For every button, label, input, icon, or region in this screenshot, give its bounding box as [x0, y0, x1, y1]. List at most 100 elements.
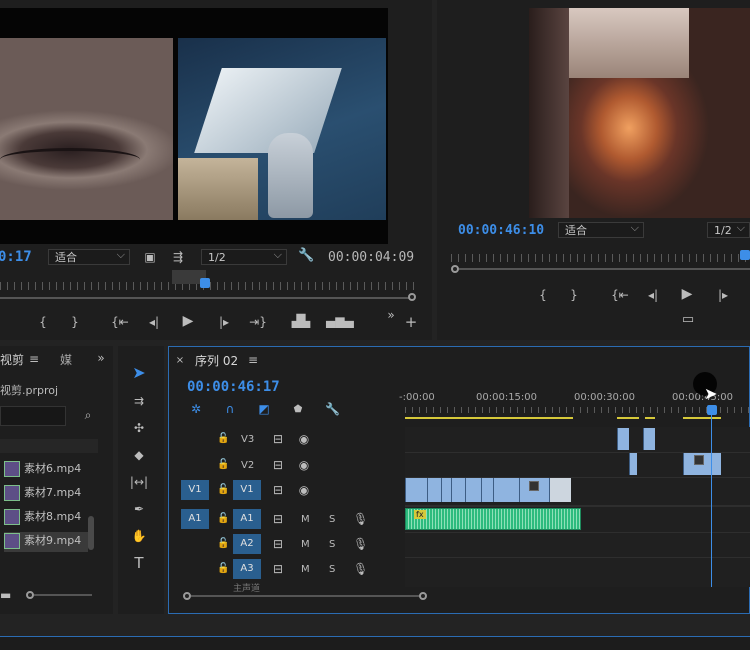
- list-item[interactable]: 素材8.mp4: [4, 508, 81, 528]
- sync-lock-icon[interactable]: ⊟: [271, 458, 285, 472]
- source-zoom-handle[interactable]: [408, 293, 416, 301]
- source-fit-dropdown[interactable]: 适合: [48, 247, 130, 265]
- program-step-back-icon[interactable]: ◂|: [645, 288, 661, 302]
- source-patch-v1[interactable]: V1: [181, 480, 209, 500]
- nest-icon[interactable]: ✲: [189, 402, 203, 416]
- clip-v1-4[interactable]: [451, 478, 465, 502]
- sync-lock-icon[interactable]: ⊟: [271, 483, 285, 497]
- slip-icon[interactable]: |↔|: [128, 475, 150, 489]
- overwrite-icon[interactable]: ▄▆▄: [326, 314, 354, 328]
- clip-v3-2[interactable]: [643, 428, 655, 450]
- source-current-timecode[interactable]: 0:17: [0, 249, 32, 265]
- mic-icon[interactable]: 🎙: [353, 537, 368, 551]
- lock-icon[interactable]: 🔓: [217, 483, 229, 497]
- mark-in-icon[interactable]: {: [36, 315, 50, 329]
- timeline-time-ruler[interactable]: [405, 407, 750, 413]
- program-zoom-handle[interactable]: [451, 265, 459, 273]
- program-mark-in-icon[interactable]: {: [536, 288, 550, 302]
- list-item-selected[interactable]: 素材9.mp4: [4, 532, 88, 552]
- clip-v2-2[interactable]: [683, 453, 721, 475]
- program-play-icon[interactable]: ▶: [679, 287, 695, 301]
- mute-a3[interactable]: M: [301, 564, 310, 575]
- mark-out-icon[interactable]: }: [68, 315, 82, 329]
- clip-v3-1[interactable]: [617, 428, 629, 450]
- clip-v1-9[interactable]: [549, 478, 571, 502]
- razor-icon[interactable]: ◆: [128, 448, 150, 462]
- track-target-a1[interactable]: A1: [233, 509, 261, 529]
- hand-icon[interactable]: ✋: [128, 529, 150, 543]
- sync-lock-icon[interactable]: ⊟: [271, 432, 285, 446]
- wrench-icon[interactable]: 🔧: [298, 249, 314, 263]
- source-resolution-dropdown[interactable]: 1/2: [201, 247, 287, 265]
- program-zoom-track[interactable]: [459, 268, 750, 270]
- insert-icon[interactable]: ▟▙: [290, 314, 312, 328]
- work-area-bar-3[interactable]: [645, 417, 655, 419]
- source-patch-a1[interactable]: A1: [181, 509, 209, 529]
- project-scrollbar[interactable]: [88, 516, 94, 550]
- list-view-icon[interactable]: ▬: [0, 588, 11, 602]
- clip-v1-7[interactable]: [493, 478, 519, 502]
- media-browser-tab[interactable]: 媒: [60, 351, 72, 368]
- eye-icon[interactable]: ◉: [297, 432, 311, 446]
- track-target-a2[interactable]: A2: [233, 534, 261, 554]
- timeline-scroll-left-handle[interactable]: [183, 592, 191, 600]
- go-to-out-icon[interactable]: ⇥}: [248, 315, 268, 329]
- project-tab-menu-icon[interactable]: ≡: [28, 352, 40, 366]
- mute-a1[interactable]: M: [301, 514, 310, 525]
- eye-icon[interactable]: ◉: [297, 483, 311, 497]
- program-time-ruler[interactable]: [451, 254, 750, 262]
- timeline-scroll-right-handle[interactable]: [419, 592, 427, 600]
- icon-size-slider-handle[interactable]: [26, 591, 34, 599]
- program-mark-out-icon[interactable]: }: [567, 288, 581, 302]
- timeline-playhead-handle[interactable]: [707, 405, 717, 415]
- lock-icon[interactable]: 🔓: [217, 537, 229, 551]
- marker-icon[interactable]: ⬟: [291, 403, 305, 417]
- ripple-edit-icon[interactable]: ✣: [128, 421, 150, 435]
- sequence-tab[interactable]: 序列 02: [195, 352, 238, 369]
- sync-lock-icon[interactable]: ⊟: [271, 562, 285, 576]
- lock-icon[interactable]: 🔓: [217, 562, 229, 576]
- list-item[interactable]: 素材6.mp4: [4, 460, 81, 480]
- eye-icon[interactable]: ◉: [297, 458, 311, 472]
- icon-size-slider[interactable]: [34, 594, 92, 596]
- play-icon[interactable]: ▶: [180, 314, 196, 328]
- clip-v1-5[interactable]: [465, 478, 481, 502]
- timeline-timecode[interactable]: 00:00:46:17: [187, 379, 280, 395]
- source-playhead[interactable]: [200, 278, 210, 288]
- lock-icon[interactable]: 🔓: [217, 458, 229, 472]
- clip-v1-1[interactable]: [405, 478, 427, 502]
- lock-icon[interactable]: 🔓: [217, 432, 229, 446]
- clip-v1-3[interactable]: [441, 478, 451, 502]
- snap-icon[interactable]: ∩: [223, 402, 237, 416]
- solo-a3[interactable]: S: [329, 564, 335, 575]
- project-tab[interactable]: 视剪: [0, 351, 24, 368]
- go-to-in-icon[interactable]: {⇤: [110, 315, 130, 329]
- clip-v2-1[interactable]: [629, 453, 637, 475]
- program-safe-margins-icon[interactable]: ▭: [679, 313, 697, 327]
- program-go-to-in-icon[interactable]: {⇤: [610, 288, 630, 302]
- settings-icon[interactable]: 🔧: [325, 402, 340, 416]
- lock-icon[interactable]: 🔓: [217, 512, 229, 526]
- list-item[interactable]: 素材7.mp4: [4, 484, 81, 504]
- more-controls-icon[interactable]: »: [384, 308, 398, 322]
- program-step-forward-icon[interactable]: |▸: [715, 288, 731, 302]
- pen-icon[interactable]: ✒: [128, 502, 150, 516]
- track-target-v1[interactable]: V1: [233, 480, 261, 500]
- work-area-bar-1[interactable]: [405, 417, 573, 419]
- clip-v1-2[interactable]: [427, 478, 441, 502]
- step-back-icon[interactable]: ◂|: [146, 315, 162, 329]
- work-area-bar-4[interactable]: [683, 417, 721, 419]
- sync-lock-icon[interactable]: ⊟: [271, 537, 285, 551]
- linked-selection-icon[interactable]: ◩: [257, 402, 271, 416]
- mic-icon[interactable]: 🎙: [353, 562, 368, 576]
- clip-v1-group[interactable]: [405, 478, 571, 502]
- type-icon[interactable]: T: [128, 556, 150, 571]
- mic-icon[interactable]: 🎙: [353, 512, 368, 526]
- search-icon[interactable]: ⌕: [80, 408, 96, 422]
- clip-v1-6[interactable]: [481, 478, 493, 502]
- clip-v1-8[interactable]: [519, 478, 549, 502]
- program-playhead[interactable]: [740, 250, 750, 260]
- timeline-scroll-track[interactable]: [191, 595, 423, 597]
- program-resolution-dropdown[interactable]: 1/2: [707, 220, 750, 238]
- solo-a2[interactable]: S: [329, 539, 335, 550]
